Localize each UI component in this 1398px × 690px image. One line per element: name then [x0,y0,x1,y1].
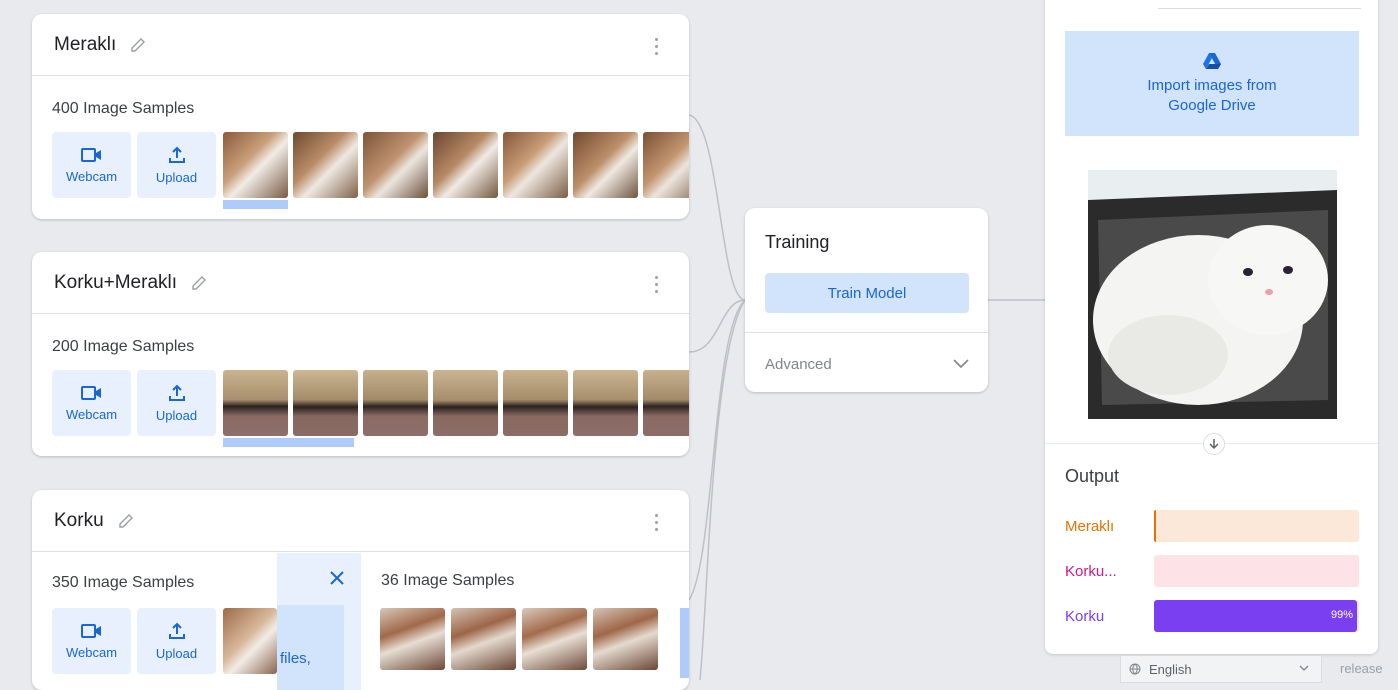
upload-button[interactable]: Upload [137,608,216,674]
confidence-fill [1154,510,1157,542]
output-row: Meraklı [1065,510,1359,542]
sample-thumbnails [223,608,277,674]
samples-count: 400 Image Samples [52,100,195,117]
sample-thumbnail[interactable] [293,370,358,436]
upload-pane [277,553,361,690]
google-drive-icon [1203,52,1221,69]
advanced-toggle[interactable]: Advanced [745,332,988,392]
video-camera-icon [80,623,101,638]
scroll-indicator [680,608,689,678]
class-card-korku: Korku 350 Image Samples Webcam Upload fi… [32,490,689,690]
webcam-label: Webcam [65,168,118,184]
confidence-fill [1154,600,1357,632]
upload-icon [168,384,185,401]
drop-zone[interactable] [277,605,344,690]
sample-thumbnail[interactable] [293,132,358,198]
sample-thumbnails [223,370,689,436]
sample-thumbnail[interactable] [223,370,288,436]
samples-count: 350 Image Samples [52,574,195,591]
pencil-icon[interactable] [116,511,136,531]
sample-thumbnail[interactable] [380,608,445,670]
confidence-bar [1154,510,1359,542]
upload-button[interactable]: Upload [137,370,216,436]
output-label: Meraklı [1065,518,1115,535]
preview-panel: Import images from Google Drive Output M… [1045,0,1378,654]
video-camera-icon [80,147,101,162]
pencil-icon[interactable] [189,273,209,293]
import-drive-label: Import images from Google Drive [1147,76,1277,114]
sample-thumbnail[interactable] [433,370,498,436]
sample-thumbnail[interactable] [643,132,689,198]
pencil-icon[interactable] [128,35,148,55]
close-icon[interactable] [329,570,345,586]
scroll-indicator [223,200,288,209]
class-header: Meraklı [32,14,689,76]
uploaded-thumbnails [380,608,658,670]
upload-samples-count: 36 Image Samples [381,572,515,589]
confidence-percent: 99% [1330,609,1353,621]
sample-thumbnail[interactable] [593,608,658,670]
sample-thumbnails [223,132,689,198]
class-name[interactable]: Korku [54,510,104,532]
preview-input[interactable] [1158,0,1361,9]
sample-thumbnail[interactable] [363,370,428,436]
output-label: Korku... [1065,563,1117,580]
upload-button[interactable]: Upload [137,132,216,198]
class-header: Korku+Meraklı [32,252,689,314]
release-notes-link[interactable]: release [1340,661,1383,676]
arrow-down-icon [1203,433,1225,455]
sample-thumbnail[interactable] [223,608,277,674]
webcam-label: Webcam [65,644,118,660]
samples-count: 200 Image Samples [52,338,195,355]
class-header: Korku [32,490,689,552]
training-title: Training [765,232,830,252]
train-model-button[interactable]: Train Model [765,273,969,313]
confidence-bar [1154,555,1359,587]
upload-hint-text: files, [280,650,311,667]
upload-label: Upload [155,407,198,423]
sample-thumbnail[interactable] [643,370,689,436]
import-google-drive-button[interactable]: Import images from Google Drive [1065,31,1359,136]
output-title: Output [1065,466,1120,486]
output-row: Korku 99% [1065,600,1359,632]
webcam-button[interactable]: Webcam [52,132,131,198]
sample-thumbnail[interactable] [503,370,568,436]
sample-thumbnail[interactable] [573,132,638,198]
upload-label: Upload [155,645,198,661]
training-card: Training Train Model Advanced [745,208,988,392]
kebab-icon[interactable] [655,514,659,532]
sample-thumbnail[interactable] [363,132,428,198]
language-select[interactable]: English [1120,655,1322,683]
sample-thumbnail[interactable] [223,132,288,198]
upload-label: Upload [155,169,198,185]
upload-icon [168,622,185,639]
cat-preview-image [1088,170,1337,419]
webcam-button[interactable]: Webcam [52,608,131,674]
webcam-label: Webcam [65,406,118,422]
output-label: Korku [1065,608,1105,625]
class-name[interactable]: Korku+Meraklı [54,272,177,294]
kebab-icon[interactable] [655,38,659,56]
preview-image [1088,170,1337,419]
upload-icon [168,146,185,163]
sample-thumbnail[interactable] [573,370,638,436]
language-label: English [1149,661,1192,677]
webcam-button[interactable]: Webcam [52,370,131,436]
globe-icon [1129,663,1141,675]
sample-thumbnail[interactable] [433,132,498,198]
confidence-bar: 99% [1154,600,1359,632]
class-card-merakli: Meraklı 400 Image Samples Webcam Upload [32,14,689,219]
video-camera-icon [80,385,101,400]
scroll-indicator [223,438,354,447]
sample-thumbnail[interactable] [522,608,587,670]
sample-thumbnail[interactable] [451,608,516,670]
chevron-down-icon [1299,665,1309,671]
kebab-icon[interactable] [655,276,659,294]
advanced-label: Advanced [765,356,832,373]
output-row: Korku... [1065,555,1359,587]
class-name[interactable]: Meraklı [54,34,116,56]
class-card-korku-merakli: Korku+Meraklı 200 Image Samples Webcam U… [32,252,689,456]
chevron-down-icon [953,359,969,369]
sample-thumbnail[interactable] [503,132,568,198]
